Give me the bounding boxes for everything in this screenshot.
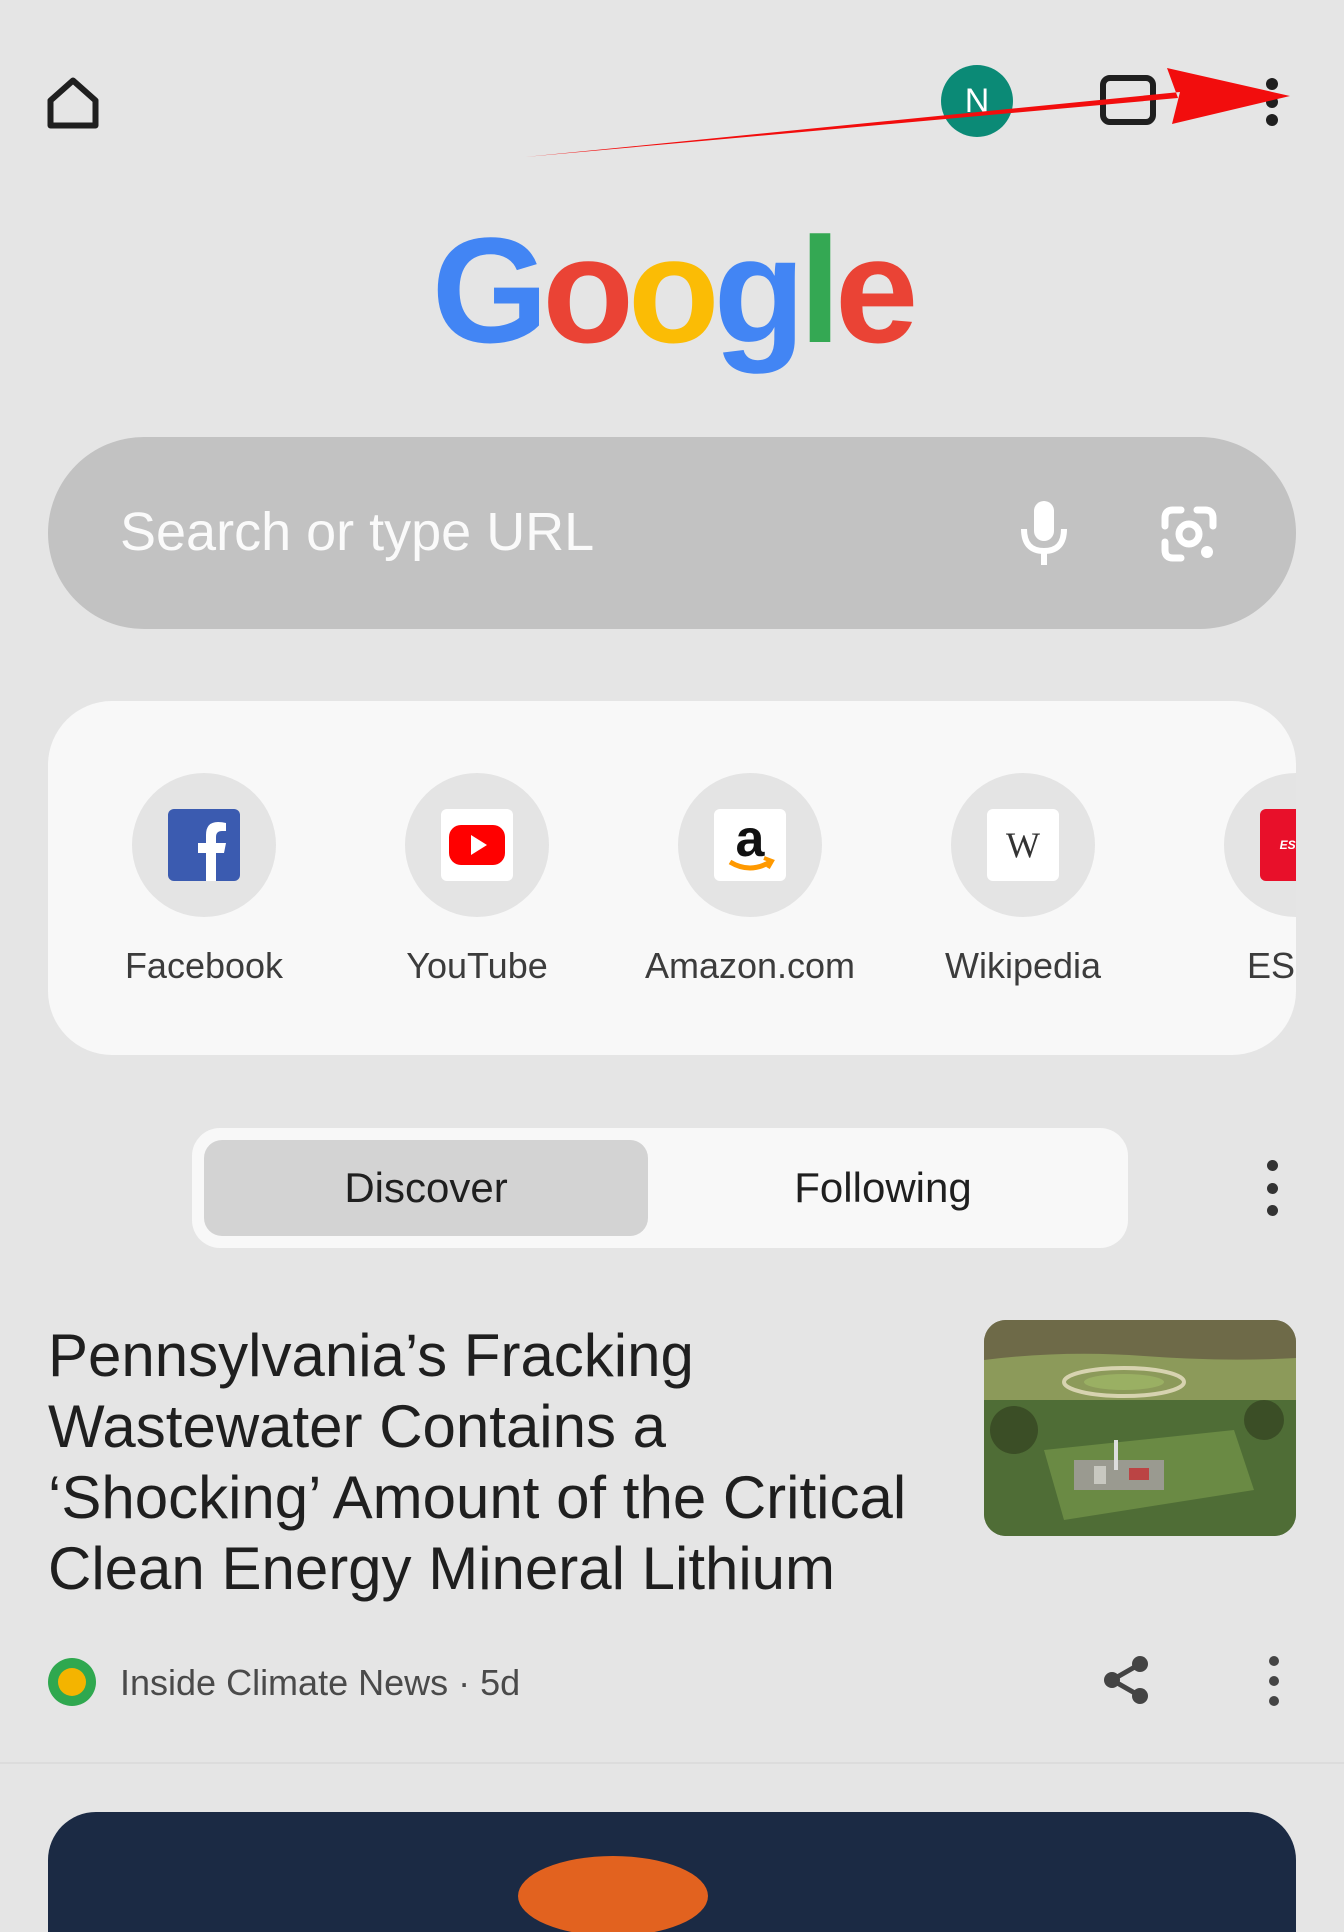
menu-dot [1266, 78, 1278, 90]
menu-dot [1269, 1656, 1279, 1666]
camera-lens-icon [1161, 506, 1217, 562]
svg-text:ESPN: ESPN [1280, 838, 1296, 852]
source-favicon [48, 1658, 96, 1706]
facebook-icon [168, 809, 240, 881]
microphone-icon [1021, 501, 1067, 565]
home-icon [47, 77, 99, 129]
next-article-card[interactable] [48, 1812, 1296, 1932]
amazon-icon: a [714, 809, 786, 881]
article-options-button[interactable] [1260, 1656, 1288, 1706]
shortcut-espn[interactable]: ESPN ESPN [1176, 773, 1296, 987]
home-button[interactable] [36, 66, 110, 140]
espn-icon: ESPN [1260, 809, 1296, 881]
lens-search-button[interactable] [1157, 502, 1221, 566]
share-button[interactable] [1098, 1652, 1154, 1708]
shortcuts-panel: Facebook YouTube a Amazon.com W Wikipedi… [48, 701, 1296, 1055]
menu-dot [1266, 96, 1278, 108]
feed-options-button[interactable] [1254, 1160, 1290, 1216]
shortcut-label: Amazon.com [644, 945, 856, 986]
voice-search-button[interactable] [1014, 497, 1074, 569]
shortcut-label: YouTube [406, 945, 548, 986]
menu-dot [1266, 114, 1278, 126]
card-divider [0, 1762, 1344, 1764]
menu-dot [1266, 1205, 1278, 1216]
article-headline[interactable]: Pennsylvania’s Fracking Wastewater Conta… [48, 1320, 948, 1604]
shortcut-amazon[interactable]: a Amazon.com [630, 773, 870, 987]
menu-dot [1266, 1160, 1278, 1171]
shortcut-label: ESPN [1246, 945, 1296, 986]
next-article-image [518, 1856, 708, 1932]
tab-discover[interactable]: Discover [204, 1140, 648, 1236]
more-options-button[interactable] [1248, 72, 1296, 132]
share-icon [1104, 1656, 1148, 1704]
article-source: Inside Climate News · 5d [120, 1662, 521, 1703]
wikipedia-icon: W [987, 809, 1059, 881]
account-avatar[interactable]: N [941, 65, 1013, 137]
tab-switcher-button[interactable] [1100, 75, 1156, 125]
menu-dot [1269, 1696, 1279, 1706]
menu-dot [1269, 1676, 1279, 1686]
menu-dot [1266, 1182, 1278, 1194]
shortcut-label: Wikipedia [944, 945, 1102, 986]
article-thumbnail[interactable] [984, 1320, 1296, 1536]
svg-text:W: W [1006, 825, 1040, 865]
shortcut-wikipedia[interactable]: W Wikipedia [903, 773, 1143, 987]
shortcut-label: Facebook [124, 945, 284, 986]
search-placeholder[interactable]: Search or type URL [120, 497, 594, 567]
avatar-letter: N [964, 81, 990, 120]
shortcut-facebook[interactable]: Facebook [84, 773, 324, 987]
aerial-landscape-image [984, 1320, 1296, 1536]
shortcut-youtube[interactable]: YouTube [357, 773, 597, 987]
youtube-icon [441, 809, 513, 881]
tab-following[interactable]: Following [648, 1140, 1118, 1236]
svg-text:a: a [736, 812, 766, 868]
google-logo: Google [431, 206, 919, 374]
